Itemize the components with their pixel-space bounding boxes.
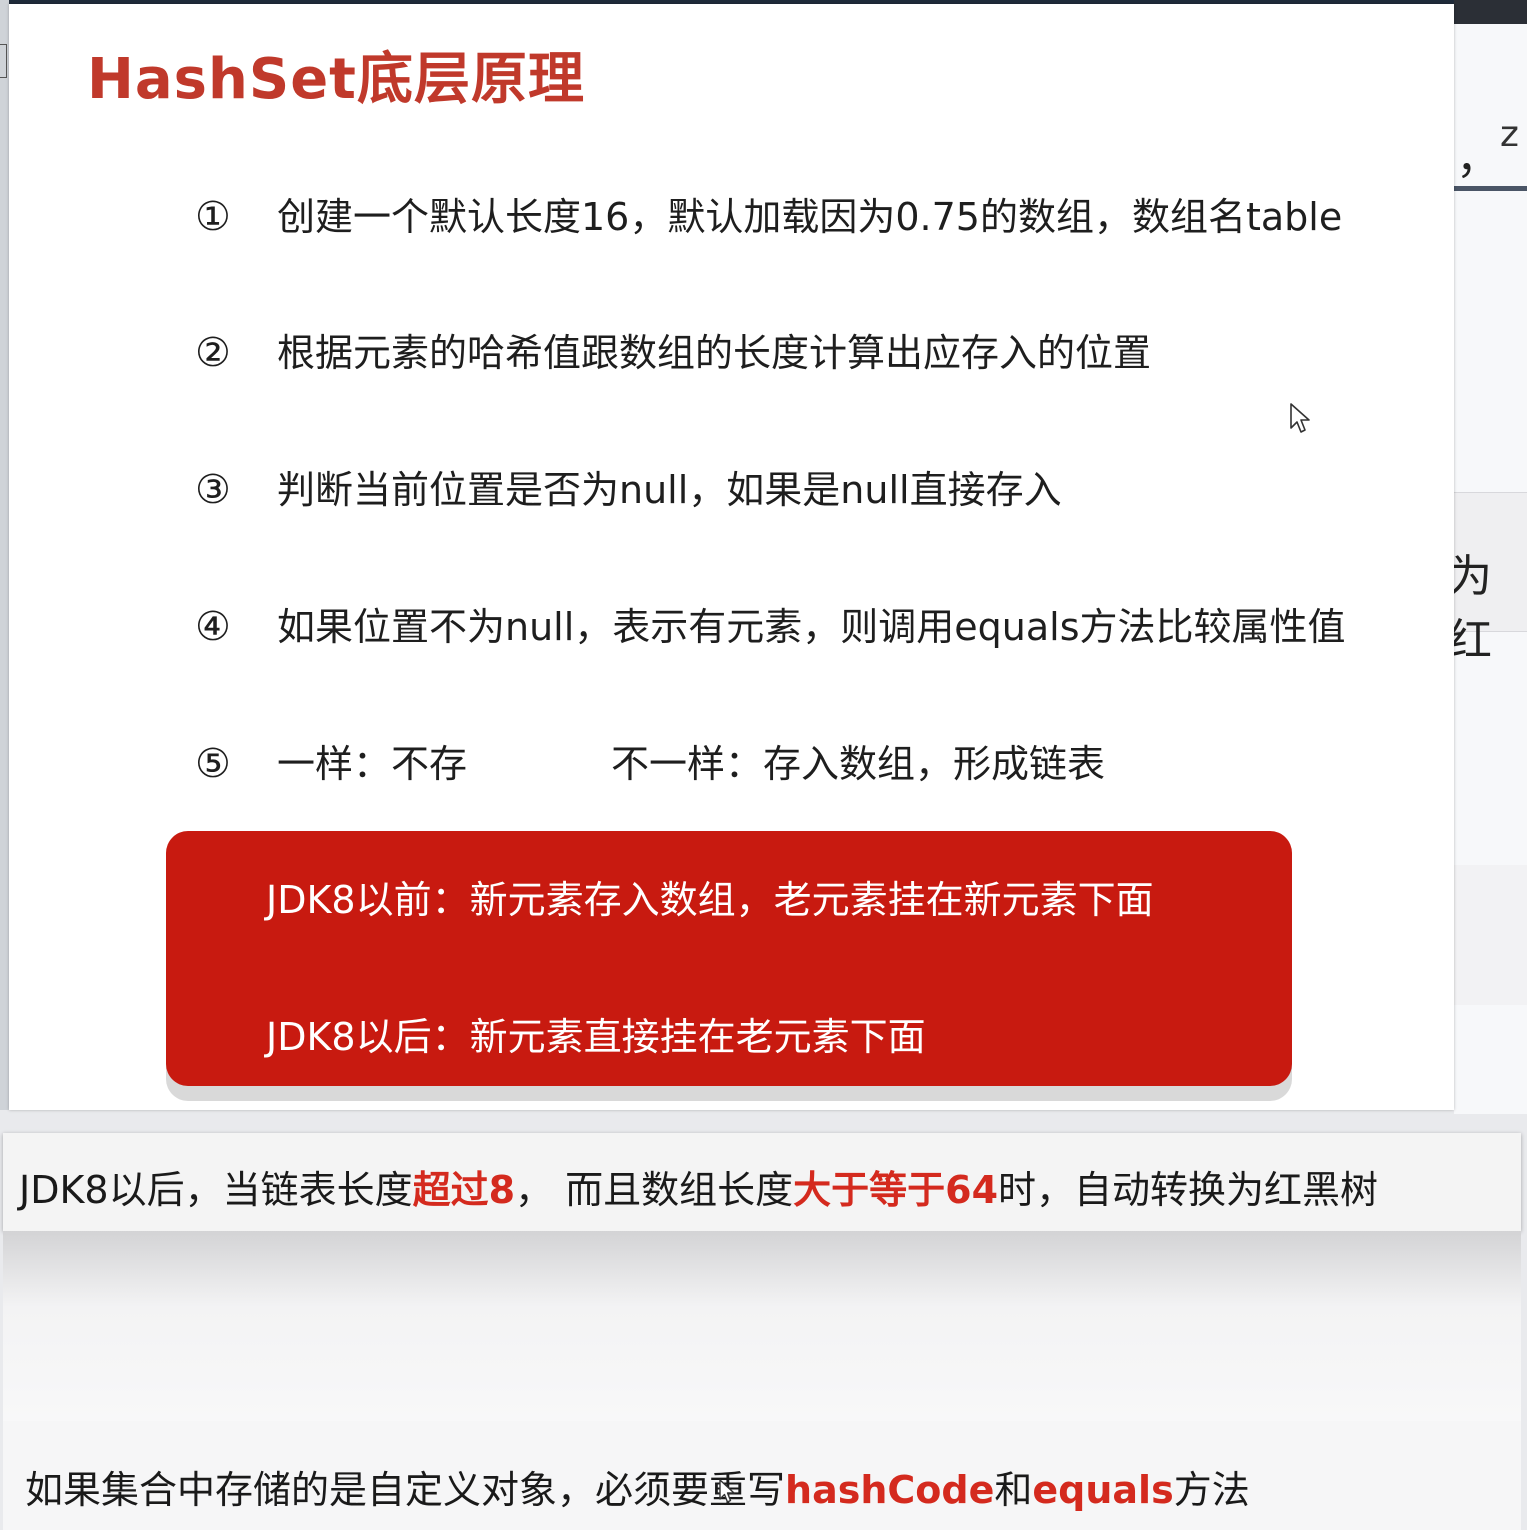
subtitle-segment: 方法 xyxy=(1173,1468,1250,1512)
mouse-cursor-icon xyxy=(1290,403,1310,433)
subtitle-segment: JDK8以后，当链表长度 xyxy=(19,1168,413,1212)
presentation-slide: HashSet底层原理 ① 创建一个默认长度16，默认加载因为0.75的数组，数组… xyxy=(9,4,1454,1110)
step-2: ② 根据元素的哈希值跟数组的长度计算出应存入的位置 xyxy=(195,322,1151,377)
subtitle-highlight: 超过8 xyxy=(412,1168,516,1212)
background-panel-2 xyxy=(1454,865,1527,1005)
step-text: 判断当前位置是否为null，如果是null直接存入 xyxy=(277,468,1062,512)
subtitle-highlight: 大于等于64 xyxy=(793,1168,999,1212)
subtitle-highlight: equals xyxy=(1032,1468,1174,1512)
step-5: ⑤ 一样：不存 不一样：存入数组，形成链表 xyxy=(195,733,1105,788)
jdk-callout-box: JDK8以前：新元素存入数组，老元素挂在新元素下面 JDK8以后：新元素直接挂在… xyxy=(166,831,1292,1086)
background-text-fragment: ， xyxy=(1456,133,1500,184)
step-number: ① xyxy=(195,194,231,240)
background-text-fragment: z xyxy=(1500,114,1519,155)
step-text-same: 一样：不存 xyxy=(277,742,468,786)
subtitle-segment: ， 而且数组长度 xyxy=(515,1168,794,1212)
jdk8-after-text: JDK8以后：新元素直接挂在老元素下面 xyxy=(266,1015,926,1059)
step-number: ⑤ xyxy=(195,741,231,787)
subtitle-segment: 和 xyxy=(994,1468,1033,1512)
step-3: ③ 判断当前位置是否为null，如果是null直接存入 xyxy=(195,459,1062,514)
background-divider xyxy=(1454,186,1527,191)
slide-title: HashSet底层原理 xyxy=(87,47,585,112)
subtitle-highlight: hashCode xyxy=(785,1468,995,1512)
step-1: ① 创建一个默认长度16，默认加载因为0.75的数组，数组名table xyxy=(195,186,1342,241)
step-text-different: 不一样：存入数组，形成链表 xyxy=(611,742,1106,786)
step-number: ③ xyxy=(195,467,231,513)
jdk8-before-text: JDK8以前：新元素存入数组，老元素挂在新元素下面 xyxy=(266,878,1154,922)
step-number: ④ xyxy=(195,604,231,650)
subtitle-panel-1: JDK8以后，当链表长度超过8， 而且数组长度大于等于64时，自动转换为红黑树 xyxy=(3,1133,1521,1231)
subtitle-text-1: JDK8以后，当链表长度超过8， 而且数组长度大于等于64时，自动转换为红黑树 xyxy=(19,1159,1378,1214)
subtitle-text-2: 如果集合中存储的是自定义对象，必须要重写hashCode和equals方法 xyxy=(25,1459,1250,1514)
mouse-cursor-icon xyxy=(719,1479,735,1503)
background-window-corner xyxy=(1454,0,1527,24)
background-edge-mark xyxy=(0,44,7,78)
step-number: ② xyxy=(195,330,231,376)
step-text: 创建一个默认长度16，默认加载因为0.75的数组，数组名table xyxy=(277,195,1343,239)
step-text: 如果位置不为null，表示有元素，则调用equals方法比较属性值 xyxy=(277,605,1346,649)
background-left-edge xyxy=(0,0,9,1110)
panel-shadow-area xyxy=(3,1231,1521,1421)
background-text-fragment: 为红 xyxy=(1448,551,1492,666)
step-text: 根据元素的哈希值跟数组的长度计算出应存入的位置 xyxy=(277,331,1152,375)
subtitle-segment: 时，自动转换为红黑树 xyxy=(998,1168,1379,1212)
step-4: ④ 如果位置不为null，表示有元素，则调用equals方法比较属性值 xyxy=(195,596,1346,651)
subtitle-panel-2: 如果集合中存储的是自定义对象，必须要重写hashCode和equals方法 xyxy=(3,1421,1521,1530)
subtitle-segment: 如果集合中存储的是自定义对象，必须要重写 xyxy=(25,1468,786,1512)
